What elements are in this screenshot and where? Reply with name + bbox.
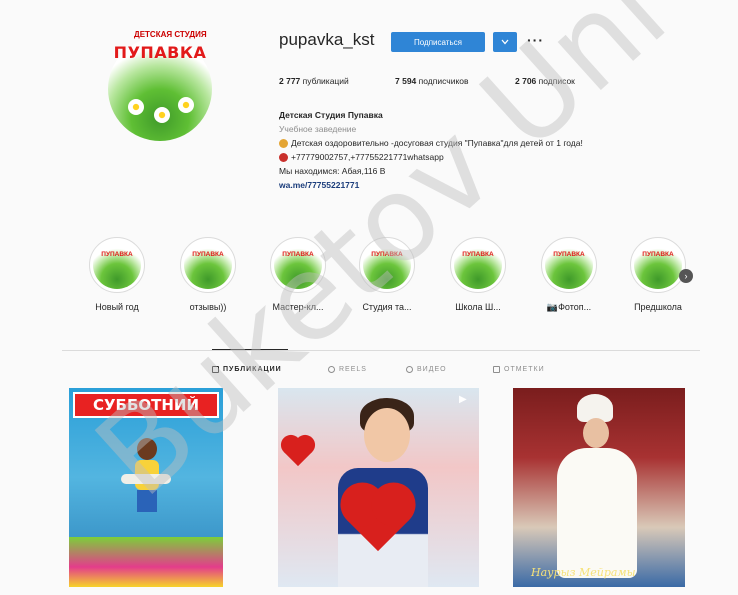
- highlight-logo: ПУПАВКА: [462, 251, 494, 258]
- highlight-item[interactable]: ПУПАВКА Мастер-кл...: [261, 237, 335, 312]
- heart-shape: [283, 437, 313, 467]
- post-thumbnail[interactable]: ▶: [278, 388, 479, 587]
- more-options-button[interactable]: ···: [527, 32, 544, 48]
- highlight-cover: ПУПАВКА: [363, 241, 411, 289]
- posts-count: 2 777: [279, 76, 301, 86]
- profile-page: ДЕТСКАЯ СТУДИЯ ПУПАВКА pupavka_kst Подпи…: [0, 0, 738, 595]
- highlight-item[interactable]: ПУПАВКА отзывы)): [171, 237, 245, 312]
- profile-avatar[interactable]: ДЕТСКАЯ СТУДИЯ ПУПАВКА: [106, 27, 214, 141]
- tag-icon: [493, 366, 500, 373]
- highlight-ring: ПУПАВКА: [541, 237, 597, 293]
- tab-video[interactable]: ВИДЕО: [406, 366, 447, 373]
- highlight-item[interactable]: ПУПАВКА Новый год: [80, 237, 154, 312]
- bio-description: Детская оздоровительно -досуговая студия…: [291, 138, 583, 148]
- tab-label: REELS: [339, 366, 367, 373]
- post-caption: Наурыз Мейрамы: [531, 566, 636, 579]
- tab-reels[interactable]: REELS: [328, 366, 367, 373]
- profile-name: Детская Студия Пупавка: [279, 110, 383, 120]
- emoji-icon: [279, 138, 288, 148]
- follow-button[interactable]: Подписаться: [391, 32, 485, 52]
- posts-label: публикаций: [302, 76, 349, 86]
- highlight-label: 📷Фотоп...: [546, 302, 592, 312]
- bio-link[interactable]: wa.me/77755221771: [279, 178, 699, 192]
- highlight-cover: ПУПАВКА: [93, 241, 141, 289]
- post-figure-face: [364, 408, 410, 462]
- highlight-label: Предшкола: [634, 302, 682, 312]
- daisy-decoration: [128, 99, 144, 115]
- following-count: 2 706: [515, 76, 537, 86]
- reels-icon: [328, 366, 335, 373]
- highlight-ring: ПУПАВКА: [180, 237, 236, 293]
- highlight-logo: ПУПАВКА: [642, 251, 674, 258]
- highlight-ring: ПУПАВКА: [270, 237, 326, 293]
- highlight-cover: ПУПАВКА: [454, 241, 502, 289]
- highlight-ring: ПУПАВКА: [630, 237, 686, 293]
- chevron-right-icon: ›: [684, 271, 688, 281]
- avatar-logo-top: ДЕТСКАЯ СТУДИЯ: [134, 30, 207, 39]
- highlight-ring: ПУПАВКА: [89, 237, 145, 293]
- highlight-ring: ПУПАВКА: [359, 237, 415, 293]
- highlight-label: Студия та...: [362, 302, 412, 312]
- highlight-cover: ПУПАВКА: [545, 241, 593, 289]
- highlight-logo: ПУПАВКА: [282, 251, 314, 258]
- post-thumbnail[interactable]: СУББОТНИЙ: [69, 388, 223, 587]
- highlight-item[interactable]: ПУПАВКА 📷Фотоп...: [532, 237, 606, 313]
- bio-phones-line: +77779002757,+77755221771whatsapp: [279, 150, 699, 164]
- clip-icon: ▶: [459, 394, 467, 405]
- highlight-logo: ПУПАВКА: [553, 251, 585, 258]
- bio-phones: +77779002757,+77755221771whatsapp: [291, 152, 444, 162]
- grid-icon: [212, 366, 219, 373]
- daisy-decoration: [154, 107, 170, 123]
- highlight-ring: ПУПАВКА: [450, 237, 506, 293]
- highlight-cover: ПУПАВКА: [634, 241, 682, 289]
- tab-label: ПУБЛИКАЦИИ: [223, 366, 282, 373]
- post-thumbnail[interactable]: Наурыз Мейрамы: [513, 388, 685, 587]
- tab-label: ОТМЕТКИ: [504, 366, 545, 373]
- posts-stat: 2 777 публикаций: [279, 76, 349, 86]
- profile-category: Учебное заведение: [279, 124, 357, 134]
- followers-label: подписчиков: [418, 76, 469, 86]
- highlight-item[interactable]: ПУПАВКА Студия та...: [350, 237, 424, 312]
- highlight-logo: ПУПАВКА: [192, 251, 224, 258]
- active-tab-indicator: [212, 349, 288, 350]
- tab-label: ВИДЕО: [417, 366, 447, 373]
- chevron-down-icon: [501, 39, 509, 45]
- daisy-decoration: [178, 97, 194, 113]
- highlight-label: Новый год: [95, 302, 139, 312]
- following-stat[interactable]: 2 706 подписок: [515, 76, 575, 86]
- tabs-divider: [62, 350, 700, 351]
- highlights-next-button[interactable]: ›: [679, 269, 693, 283]
- video-icon: [406, 366, 413, 373]
- username: pupavka_kst: [279, 30, 375, 49]
- highlight-cover: ПУПАВКА: [184, 241, 232, 289]
- highlight-label: Мастер-кл...: [272, 302, 324, 312]
- highlight-label: отзывы)): [189, 302, 227, 312]
- post-figure-dress: [557, 448, 637, 578]
- post-figure: [121, 438, 171, 548]
- post-banner-text: СУББОТНИЙ: [73, 392, 219, 418]
- highlight-logo: ПУПАВКА: [101, 251, 133, 258]
- followers-stat[interactable]: 7 594 подписчиков: [395, 76, 469, 86]
- post-figure-face: [583, 418, 609, 448]
- highlight-cover: ПУПАВКА: [274, 241, 322, 289]
- tab-tagged[interactable]: ОТМЕТКИ: [493, 366, 545, 373]
- bio-address: Мы находимся: Абая,116 В: [279, 166, 386, 176]
- bio-description-line: Детская оздоровительно -досуговая студия…: [279, 136, 699, 150]
- followers-count: 7 594: [395, 76, 417, 86]
- highlight-item[interactable]: ПУПАВКА Школа Ш...: [441, 237, 515, 312]
- suggested-accounts-button[interactable]: [493, 32, 517, 52]
- following-label: подписок: [538, 76, 575, 86]
- highlight-logo: ПУПАВКА: [371, 251, 403, 258]
- profile-bio: Детская Студия Пупавка Учебное заведение…: [279, 108, 699, 192]
- tab-posts[interactable]: ПУБЛИКАЦИИ: [212, 366, 282, 373]
- avatar-logo-text: ПУПАВКА: [113, 43, 207, 62]
- phone-icon: [279, 152, 288, 162]
- highlight-label: Школа Ш...: [455, 302, 501, 312]
